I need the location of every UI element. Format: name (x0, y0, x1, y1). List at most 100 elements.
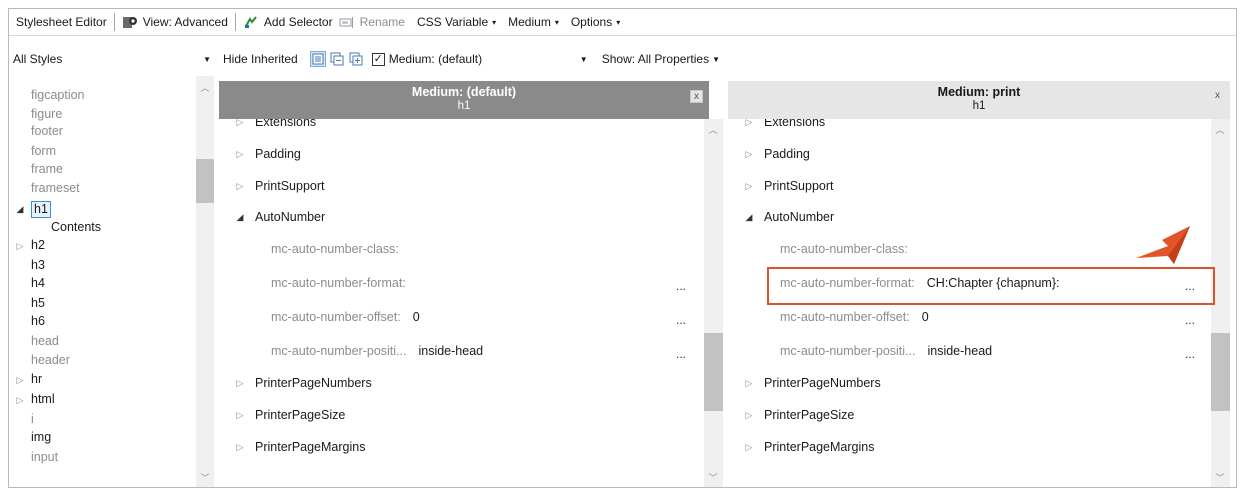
tree-item[interactable]: ▷ html (9, 392, 199, 410)
tree-item[interactable]: ▷ h2 (9, 238, 199, 256)
tree-item[interactable]: input (9, 450, 199, 468)
expand-arrow-icon[interactable]: ▷ (9, 392, 31, 406)
more-options-button[interactable]: ... (676, 313, 686, 327)
expand-arrow-icon[interactable]: ▷ (233, 378, 247, 389)
medium-filter-dropdown[interactable]: ✓ Medium: (default) ▼ (371, 48, 594, 70)
property-row[interactable]: mc-auto-number-positi... inside-head (271, 339, 483, 363)
pane-scrollbar-thumb[interactable] (704, 333, 723, 411)
tree-item-label: input (31, 450, 59, 464)
property-row[interactable]: mc-auto-number-positi... inside-head (780, 339, 992, 363)
view-mode-button[interactable]: View: Advanced (119, 11, 231, 33)
collapse-arrow-icon[interactable]: ◢ (742, 212, 756, 223)
tree-item[interactable]: frameset (9, 181, 199, 199)
medium-menu[interactable]: Medium ▾ (505, 11, 562, 33)
tree-item[interactable]: h4 (9, 276, 199, 294)
medium-checkbox[interactable]: ✓ (371, 52, 385, 66)
property-row[interactable]: mc-auto-number-offset: 0 (271, 305, 420, 329)
expand-arrow-icon[interactable]: ▷ (742, 378, 756, 389)
property-group[interactable]: ▷ Padding (728, 142, 810, 166)
hide-inherited-button[interactable]: Hide Inherited (223, 52, 298, 66)
add-selector-button[interactable]: Add Selector (240, 11, 336, 33)
close-icon[interactable]: x (1211, 90, 1224, 103)
expand-arrow-icon[interactable]: ▷ (742, 119, 756, 128)
tree-item[interactable]: Contents (9, 220, 199, 238)
property-group[interactable]: ▷ Extensions (219, 119, 317, 134)
expand-arrow-icon[interactable]: ▷ (742, 410, 756, 421)
styles-filter-dropdown[interactable]: All Styles ▼ (9, 48, 217, 70)
rename-button[interactable]: Rename (336, 11, 408, 33)
property-value[interactable]: 0 (413, 310, 420, 324)
expand-arrow-icon[interactable]: ▷ (742, 442, 756, 453)
property-group[interactable]: ▷ PrinterPageNumbers (728, 371, 881, 395)
scroll-up-icon[interactable]: ︿ (196, 81, 214, 94)
tree-item[interactable]: h5 (9, 296, 199, 314)
scroll-down-icon[interactable]: ﹀ (704, 471, 722, 484)
property-value[interactable]: inside-head (927, 344, 992, 358)
property-group[interactable]: ▷ PrinterPageSize (728, 403, 855, 427)
property-group-expanded[interactable]: ◢ AutoNumber (728, 205, 835, 229)
expand-arrow-icon[interactable]: ▷ (233, 181, 247, 192)
tree-item-label: img (31, 430, 52, 444)
property-row[interactable]: mc-auto-number-class: (780, 237, 920, 261)
property-group[interactable]: ▷ PrinterPageMargins (728, 435, 875, 459)
tree-item[interactable]: h6 (9, 314, 199, 332)
pane-scrollbar[interactable] (704, 119, 723, 487)
property-group[interactable]: ▷ PrinterPageSize (219, 403, 346, 427)
property-group-expanded[interactable]: ◢ AutoNumber (219, 205, 326, 229)
tree-item[interactable]: figure (9, 107, 199, 125)
more-options-button[interactable]: ... (1185, 347, 1195, 361)
tree-item[interactable]: img (9, 430, 199, 448)
expand-arrow-icon[interactable]: ▷ (9, 372, 31, 386)
close-icon[interactable]: x (690, 90, 703, 103)
tree-item[interactable]: header (9, 353, 199, 371)
copy-icon[interactable] (348, 51, 364, 67)
property-group[interactable]: ▷ Padding (219, 142, 301, 166)
expand-arrow-icon (9, 276, 31, 279)
more-options-button[interactable]: ... (676, 347, 686, 361)
scroll-down-icon[interactable]: ﹀ (196, 471, 214, 484)
scroll-up-icon[interactable]: ︿ (704, 123, 722, 136)
tree-item[interactable]: form (9, 144, 199, 162)
expand-arrow-icon[interactable]: ▷ (742, 149, 756, 160)
options-menu[interactable]: Options ▾ (568, 11, 623, 33)
tree-scrollbar-thumb[interactable] (196, 159, 214, 203)
expand-arrow-icon[interactable]: ▷ (233, 119, 247, 128)
tree-item[interactable]: h3 (9, 258, 199, 276)
property-row[interactable]: mc-auto-number-offset: 0 (780, 305, 929, 329)
expand-arrow-icon[interactable]: ▷ (233, 410, 247, 421)
more-options-button[interactable]: ... (1185, 313, 1195, 327)
tree-item[interactable]: i (9, 412, 199, 430)
property-group[interactable]: ▷ Extensions (728, 119, 826, 134)
tree-item[interactable]: figcaption (9, 88, 199, 106)
expand-arrow-icon[interactable]: ▷ (233, 149, 247, 160)
collapse-arrow-icon[interactable]: ◢ (233, 212, 247, 223)
collapse-icon[interactable] (309, 51, 326, 67)
scroll-up-icon[interactable]: ︿ (1211, 123, 1229, 136)
property-value[interactable]: 0 (922, 310, 929, 324)
property-group[interactable]: ▷ PrintSupport (728, 174, 834, 198)
expand-arrow-icon[interactable]: ▷ (9, 238, 31, 252)
tree-item-label: figcaption (31, 88, 85, 102)
tree-scrollbar[interactable] (196, 76, 214, 487)
pane-scrollbar-thumb[interactable] (1211, 333, 1230, 411)
show-properties-dropdown[interactable]: Show: All Properties ▼ (602, 52, 720, 66)
more-options-button[interactable]: ... (676, 279, 686, 293)
tree-item[interactable]: ◢ h1 (9, 201, 199, 219)
tree-item-label: h6 (31, 314, 45, 328)
scroll-down-icon[interactable]: ﹀ (1211, 471, 1229, 484)
property-row[interactable]: mc-auto-number-class: (271, 237, 411, 261)
expand-icon[interactable] (329, 51, 345, 67)
tree-item[interactable]: ▷ hr (9, 372, 199, 390)
tree-item[interactable]: head (9, 334, 199, 352)
tree-item[interactable]: frame (9, 162, 199, 180)
tree-item[interactable]: footer (9, 124, 199, 142)
property-row[interactable]: mc-auto-number-format: (271, 271, 418, 295)
property-group[interactable]: ▷ PrintSupport (219, 174, 325, 198)
css-variable-menu[interactable]: CSS Variable ▾ (414, 11, 499, 33)
expand-arrow-icon[interactable]: ▷ (742, 181, 756, 192)
property-group[interactable]: ▷ PrinterPageMargins (219, 435, 366, 459)
property-group[interactable]: ▷ PrinterPageNumbers (219, 371, 372, 395)
collapse-arrow-icon[interactable]: ◢ (9, 201, 31, 215)
expand-arrow-icon[interactable]: ▷ (233, 442, 247, 453)
property-value[interactable]: inside-head (418, 344, 483, 358)
